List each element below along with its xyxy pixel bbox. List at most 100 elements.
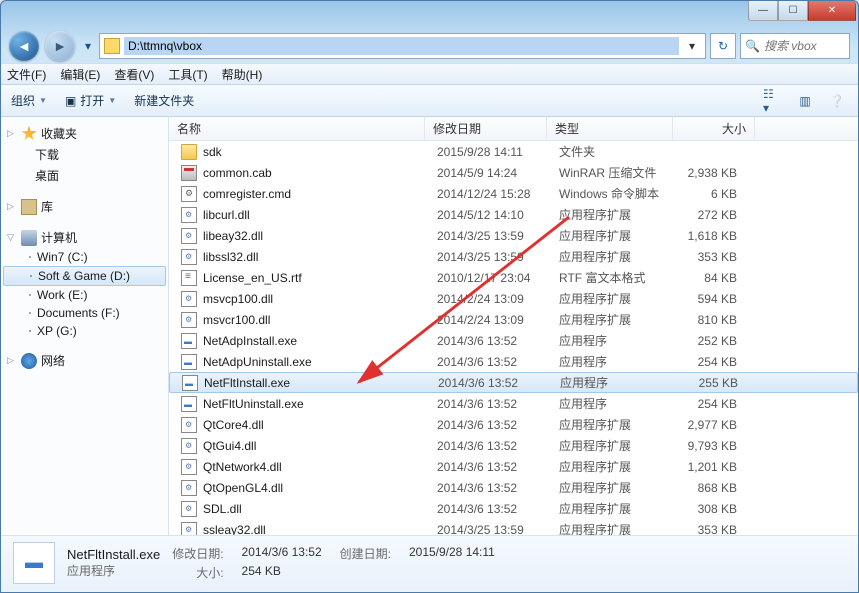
file-name: NetFltInstall.exe [204, 376, 290, 390]
sidebar-libraries[interactable]: ▷ 库 [1, 196, 168, 217]
file-row[interactable]: NetAdpUninstall.exe2014/3/6 13:52应用程序254… [169, 351, 858, 372]
file-date: 2014/3/6 13:52 [429, 460, 551, 474]
newfolder-button[interactable]: 新建文件夹 [134, 92, 194, 109]
file-icon [181, 291, 197, 307]
col-size[interactable]: 大小 [673, 117, 755, 140]
file-size: 594 KB [677, 292, 745, 306]
menu-view[interactable]: 查看(V) [114, 66, 154, 83]
file-row[interactable]: QtGui4.dll2014/3/6 13:52应用程序扩展9,793 KB [169, 435, 858, 456]
menu-file[interactable]: 文件(F) [7, 66, 46, 83]
address-bar[interactable]: ▾ [99, 33, 706, 59]
sidebar-drive[interactable]: Soft & Game (D:) [3, 266, 166, 286]
minimize-button[interactable]: — [748, 1, 778, 21]
file-row[interactable]: comregister.cmd2014/12/24 15:28Windows 命… [169, 183, 858, 204]
file-icon [181, 249, 197, 265]
sidebar-favorites[interactable]: ▷ 收藏夹 [1, 123, 168, 144]
file-type: WinRAR 压缩文件 [551, 164, 677, 181]
file-icon [181, 438, 197, 454]
file-size: 810 KB [677, 313, 745, 327]
file-date: 2014/5/12 14:10 [429, 208, 551, 222]
col-name[interactable]: 名称 [169, 117, 425, 140]
nav-sidebar[interactable]: ▷ 收藏夹 下载 桌面 ▷ 库 [1, 117, 169, 535]
folder-icon [104, 38, 120, 54]
sidebar-drive[interactable]: XP (G:) [1, 322, 168, 340]
file-row[interactable]: msvcr100.dll2014/2/24 13:09应用程序扩展810 KB [169, 309, 858, 330]
menu-tools[interactable]: 工具(T) [168, 66, 207, 83]
mod-date-label: 修改日期: [172, 545, 223, 562]
create-date-label: 创建日期: [340, 545, 391, 562]
file-type: 应用程序扩展 [551, 416, 677, 433]
details-pane: NetFltInstall.exe 应用程序 修改日期: 2014/3/6 13… [1, 535, 858, 589]
file-row[interactable]: QtNetwork4.dll2014/3/6 13:52应用程序扩展1,201 … [169, 456, 858, 477]
file-row[interactable]: common.cab2014/5/9 14:24WinRAR 压缩文件2,938… [169, 162, 858, 183]
file-size: 2,977 KB [677, 418, 745, 432]
file-type: 应用程序扩展 [551, 458, 677, 475]
help-button[interactable]: ❔ [826, 91, 848, 111]
file-name: QtOpenGL4.dll [203, 481, 283, 495]
file-type: 应用程序 [552, 374, 678, 391]
organize-button[interactable]: 组织 ▼ [11, 92, 47, 109]
file-icon [181, 207, 197, 223]
file-name: NetFltUninstall.exe [203, 397, 304, 411]
preview-pane-button[interactable]: ▥ [794, 91, 816, 111]
file-name: QtCore4.dll [203, 418, 264, 432]
file-icon [181, 459, 197, 475]
file-row[interactable]: QtCore4.dll2014/3/6 13:52应用程序扩展2,977 KB [169, 414, 858, 435]
file-type: 应用程序扩展 [551, 500, 677, 517]
address-dropdown[interactable]: ▾ [683, 39, 701, 53]
sidebar-drive[interactable]: Win7 (C:) [1, 248, 168, 266]
file-row[interactable]: libcurl.dll2014/5/12 14:10应用程序扩展272 KB [169, 204, 858, 225]
view-mode-button[interactable]: ☷ ▾ [762, 91, 784, 111]
file-icon [181, 480, 197, 496]
sidebar-item-downloads[interactable]: 下载 [1, 144, 168, 165]
history-dropdown[interactable]: ▾ [81, 33, 95, 59]
file-row[interactable]: License_en_US.rtf2010/12/17 23:04RTF 富文本… [169, 267, 858, 288]
file-type: RTF 富文本格式 [551, 269, 677, 286]
col-date[interactable]: 修改日期 [425, 117, 547, 140]
file-name: NetAdpInstall.exe [203, 334, 297, 348]
file-name: comregister.cmd [203, 187, 291, 201]
drive-label: Work (E:) [37, 288, 87, 302]
menu-help[interactable]: 帮助(H) [222, 66, 263, 83]
sidebar-drive[interactable]: Documents (F:) [1, 304, 168, 322]
file-name: libeay32.dll [203, 229, 263, 243]
col-type[interactable]: 类型 [547, 117, 673, 140]
file-row[interactable]: libssl32.dll2014/3/25 13:59应用程序扩展353 KB [169, 246, 858, 267]
close-button[interactable]: ✕ [808, 1, 856, 21]
file-list[interactable]: sdk2015/9/28 14:11文件夹common.cab2014/5/9 … [169, 141, 858, 535]
back-button[interactable]: ◄ [9, 31, 39, 61]
file-row[interactable]: sdk2015/9/28 14:11文件夹 [169, 141, 858, 162]
titlebar[interactable]: — ☐ ✕ [1, 1, 858, 29]
sidebar-drive[interactable]: Work (E:) [1, 286, 168, 304]
file-row[interactable]: QtOpenGL4.dll2014/3/6 13:52应用程序扩展868 KB [169, 477, 858, 498]
file-name: License_en_US.rtf [203, 271, 302, 285]
favorites-label: 收藏夹 [41, 125, 77, 142]
search-input[interactable] [764, 39, 845, 53]
menu-edit[interactable]: 编辑(E) [60, 66, 100, 83]
address-input[interactable] [124, 37, 679, 55]
file-name: QtNetwork4.dll [203, 460, 282, 474]
file-row[interactable]: msvcp100.dll2014/2/24 13:09应用程序扩展594 KB [169, 288, 858, 309]
sidebar-network[interactable]: ▷ 网络 [1, 350, 168, 371]
maximize-button[interactable]: ☐ [778, 1, 808, 21]
sidebar-item-desktop[interactable]: 桌面 [1, 165, 168, 186]
file-type: 应用程序扩展 [551, 479, 677, 496]
file-row[interactable]: SDL.dll2014/3/6 13:52应用程序扩展308 KB [169, 498, 858, 519]
file-name: libssl32.dll [203, 250, 258, 264]
computer-label: 计算机 [41, 229, 77, 246]
open-button[interactable]: ▣ 打开 ▼ [65, 92, 116, 109]
file-icon [182, 375, 198, 391]
explorer-window: — ☐ ✕ ◄ ► ▾ ▾ ↻ 🔍 文件(F) 编辑(E) 查看(V) 工具(T… [0, 0, 859, 593]
file-row[interactable]: ssleay32.dll2014/3/25 13:59应用程序扩展353 KB [169, 519, 858, 535]
file-row[interactable]: NetFltInstall.exe2014/3/6 13:52应用程序255 K… [169, 372, 858, 393]
file-date: 2014/3/25 13:59 [429, 250, 551, 264]
file-row[interactable]: NetAdpInstall.exe2014/3/6 13:52应用程序252 K… [169, 330, 858, 351]
file-name: ssleay32.dll [203, 523, 266, 536]
file-row[interactable]: NetFltUninstall.exe2014/3/6 13:52应用程序254… [169, 393, 858, 414]
file-row[interactable]: libeay32.dll2014/3/25 13:59应用程序扩展1,618 K… [169, 225, 858, 246]
content-area: ▷ 收藏夹 下载 桌面 ▷ 库 [1, 117, 858, 535]
refresh-button[interactable]: ↻ [710, 33, 736, 59]
sidebar-computer[interactable]: ▽ 计算机 [1, 227, 168, 248]
forward-button[interactable]: ► [45, 31, 75, 61]
search-box[interactable]: 🔍 [740, 33, 850, 59]
